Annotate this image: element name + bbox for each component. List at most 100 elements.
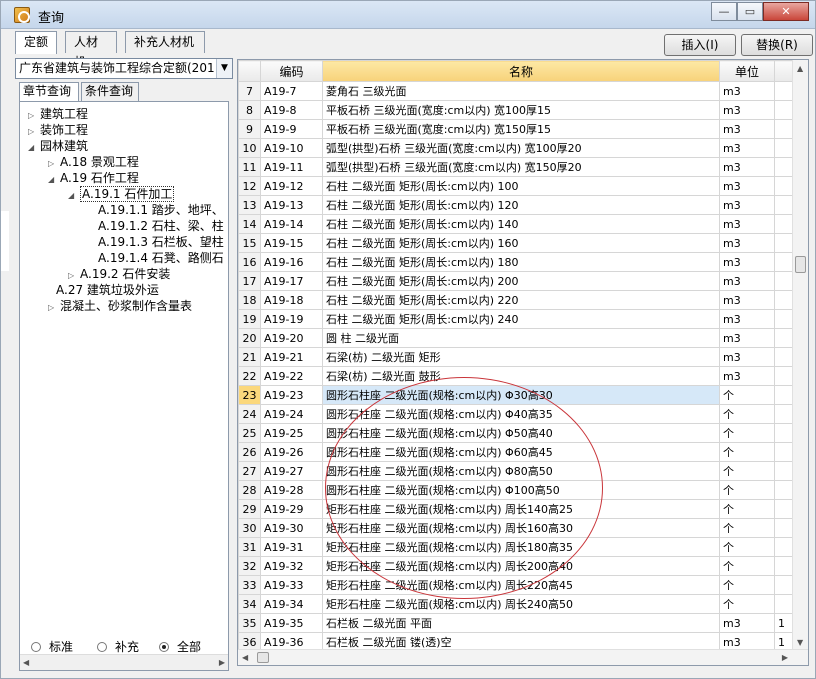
collapse-icon[interactable]: ◢ <box>68 188 80 204</box>
row-number[interactable]: 26 <box>238 442 261 462</box>
row-name[interactable]: 弧型(拱型)石桥 三级光面(宽度:cm以内) 宽100厚20 <box>322 138 720 158</box>
row-code[interactable]: A19-30 <box>260 518 323 538</box>
row-code[interactable]: A19-29 <box>260 499 323 519</box>
row-name[interactable]: 石栏板 二级光面 平面 <box>322 613 720 633</box>
minimize-button[interactable]: — <box>711 2 737 21</box>
row-code[interactable]: A19-11 <box>260 157 323 177</box>
chevron-down-icon[interactable]: ▼ <box>216 59 232 78</box>
row-name[interactable]: 石柱 二级光面 矩形(周长:cm以内) 120 <box>322 195 720 215</box>
row-name[interactable]: 矩形石柱座 二级光面(规格:cm以内) 周长200高40 <box>322 556 720 576</box>
row-code[interactable]: A19-28 <box>260 480 323 500</box>
row-name[interactable]: 圆形石柱座 二级光面(规格:cm以内) Φ40高35 <box>322 404 720 424</box>
row-unit[interactable]: m3 <box>719 138 775 158</box>
row-number[interactable]: 25 <box>238 423 261 443</box>
row-number[interactable]: 24 <box>238 404 261 424</box>
row-number[interactable]: 34 <box>238 594 261 614</box>
row-code[interactable]: A19-12 <box>260 176 323 196</box>
row-name[interactable]: 石柱 二级光面 矩形(周长:cm以内) 100 <box>322 176 720 196</box>
table-row[interactable]: 31 A19-31 矩形石柱座 二级光面(规格:cm以内) 周长180高35 个 <box>238 537 795 557</box>
row-code[interactable]: A19-34 <box>260 594 323 614</box>
table-row[interactable]: 9 A19-9 平板石桥 三级光面(宽度:cm以内) 宽150厚15 m3 <box>238 119 795 139</box>
row-unit[interactable]: m3 <box>719 252 775 272</box>
row-code[interactable]: A19-33 <box>260 575 323 595</box>
table-row[interactable]: 13 A19-13 石柱 二级光面 矩形(周长:cm以内) 120 m3 <box>238 195 795 215</box>
row-code[interactable]: A19-13 <box>260 195 323 215</box>
grid-horizontal-scrollbar[interactable]: ◀ ▶ <box>238 649 808 665</box>
row-name[interactable]: 矩形石柱座 二级光面(规格:cm以内) 周长220高45 <box>322 575 720 595</box>
row-name[interactable]: 圆形石柱座 二级光面(规格:cm以内) Φ60高45 <box>322 442 720 462</box>
table-row[interactable]: 28 A19-28 圆形石柱座 二级光面(规格:cm以内) Φ100高50 个 <box>238 480 795 500</box>
row-name[interactable]: 矩形石柱座 二级光面(规格:cm以内) 周长140高25 <box>322 499 720 519</box>
row-name[interactable]: 石柱 二级光面 矩形(周长:cm以内) 160 <box>322 233 720 253</box>
tree-horizontal-scrollbar[interactable]: ◀ ▶ <box>20 654 228 670</box>
tab-condition-query[interactable]: 条件查询 <box>81 82 139 101</box>
row-code[interactable]: A19-8 <box>260 100 323 120</box>
row-name[interactable]: 矩形石柱座 二级光面(规格:cm以内) 周长160高30 <box>322 518 720 538</box>
row-number[interactable]: 17 <box>238 271 261 291</box>
row-name[interactable]: 石柱 二级光面 矩形(周长:cm以内) 220 <box>322 290 720 310</box>
table-row[interactable]: 20 A19-20 圆 柱 二级光面 m3 <box>238 328 795 348</box>
row-code[interactable]: A19-14 <box>260 214 323 234</box>
row-unit[interactable]: 个 <box>719 442 775 462</box>
row-name[interactable]: 石柱 二级光面 矩形(周长:cm以内) 180 <box>322 252 720 272</box>
row-number[interactable]: 30 <box>238 518 261 538</box>
row-name[interactable]: 石梁(枋) 二级光面 鼓形 <box>322 366 720 386</box>
replace-button[interactable]: 替换(R) <box>741 34 813 56</box>
row-number[interactable]: 16 <box>238 252 261 272</box>
row-unit[interactable]: 个 <box>719 537 775 557</box>
row-name[interactable]: 矩形石柱座 二级光面(规格:cm以内) 周长180高35 <box>322 537 720 557</box>
row-unit[interactable]: m3 <box>719 290 775 310</box>
row-code[interactable]: A19-35 <box>260 613 323 633</box>
collapse-icon[interactable]: ◢ <box>48 172 60 188</box>
row-name[interactable]: 石柱 二级光面 矩形(周长:cm以内) 140 <box>322 214 720 234</box>
header-name[interactable]: 名称 <box>322 60 720 82</box>
row-number[interactable]: 28 <box>238 480 261 500</box>
radio-standard[interactable]: 标准 <box>31 638 73 655</box>
tree-node-a18[interactable]: ▷ A.18 景观工程 <box>48 154 139 170</box>
tree-node-a19[interactable]: ◢ A.19 石作工程 <box>48 170 139 186</box>
tree-node-a19-1-4[interactable]: A.19.1.4 石凳、路侧石 <box>98 250 224 266</box>
tree-node-a19-1-1[interactable]: A.19.1.1 踏步、地坪、 <box>98 202 224 218</box>
row-unit[interactable]: m3 <box>719 347 775 367</box>
scroll-right-icon[interactable]: ▶ <box>782 653 788 662</box>
row-unit[interactable]: m3 <box>719 119 775 139</box>
table-row[interactable]: 25 A19-25 圆形石柱座 二级光面(规格:cm以内) Φ50高40 个 <box>238 423 795 443</box>
row-unit[interactable]: 个 <box>719 499 775 519</box>
row-code[interactable]: A19-20 <box>260 328 323 348</box>
row-code[interactable]: A19-19 <box>260 309 323 329</box>
row-number[interactable]: 22 <box>238 366 261 386</box>
row-code[interactable]: A19-23 <box>260 385 323 405</box>
row-unit[interactable]: m3 <box>719 214 775 234</box>
table-row[interactable]: 26 A19-26 圆形石柱座 二级光面(规格:cm以内) Φ60高45 个 <box>238 442 795 462</box>
row-name[interactable]: 圆形石柱座 二级光面(规格:cm以内) Φ100高50 <box>322 480 720 500</box>
table-row[interactable]: 19 A19-19 石柱 二级光面 矩形(周长:cm以内) 240 m3 <box>238 309 795 329</box>
row-number[interactable]: 27 <box>238 461 261 481</box>
tree-node-a27[interactable]: A.27 建筑垃圾外运 <box>56 282 159 298</box>
row-unit[interactable]: 个 <box>719 385 775 405</box>
row-number[interactable]: 7 <box>238 81 261 101</box>
row-number[interactable]: 31 <box>238 537 261 557</box>
tree-node-garden[interactable]: ◢ 园林建筑 <box>28 138 88 154</box>
row-name[interactable]: 弧型(拱型)石桥 三级光面(宽度:cm以内) 宽150厚20 <box>322 157 720 177</box>
row-unit[interactable]: m3 <box>719 195 775 215</box>
tree-node-a19-2[interactable]: ▷ A.19.2 石件安装 <box>68 266 170 282</box>
row-unit[interactable]: m3 <box>719 157 775 177</box>
row-name[interactable]: 圆形石柱座 二级光面(规格:cm以内) Φ30高30 <box>322 385 720 405</box>
tree-node-a19-1[interactable]: ◢ A.19.1 石件加工 <box>68 186 175 204</box>
tree-node-building[interactable]: ▷ 建筑工程 <box>28 106 88 122</box>
radio-all[interactable]: 全部 <box>159 638 201 655</box>
row-number[interactable]: 11 <box>238 157 261 177</box>
table-row[interactable]: 10 A19-10 弧型(拱型)石桥 三级光面(宽度:cm以内) 宽100厚20 m3 <box>238 138 795 158</box>
table-row[interactable]: 24 A19-24 圆形石柱座 二级光面(规格:cm以内) Φ40高35 个 <box>238 404 795 424</box>
radio-icon[interactable] <box>159 642 169 652</box>
row-name[interactable]: 圆形石柱座 二级光面(规格:cm以内) Φ50高40 <box>322 423 720 443</box>
table-row[interactable]: 17 A19-17 石柱 二级光面 矩形(周长:cm以内) 200 m3 <box>238 271 795 291</box>
row-number[interactable]: 32 <box>238 556 261 576</box>
tab-chapter-query[interactable]: 章节查询 <box>19 82 79 102</box>
row-unit[interactable]: m3 <box>719 271 775 291</box>
row-code[interactable]: A19-27 <box>260 461 323 481</box>
row-unit[interactable]: 个 <box>719 575 775 595</box>
row-number[interactable]: 33 <box>238 575 261 595</box>
table-row[interactable]: 22 A19-22 石梁(枋) 二级光面 鼓形 m3 <box>238 366 795 386</box>
row-code[interactable]: A19-15 <box>260 233 323 253</box>
